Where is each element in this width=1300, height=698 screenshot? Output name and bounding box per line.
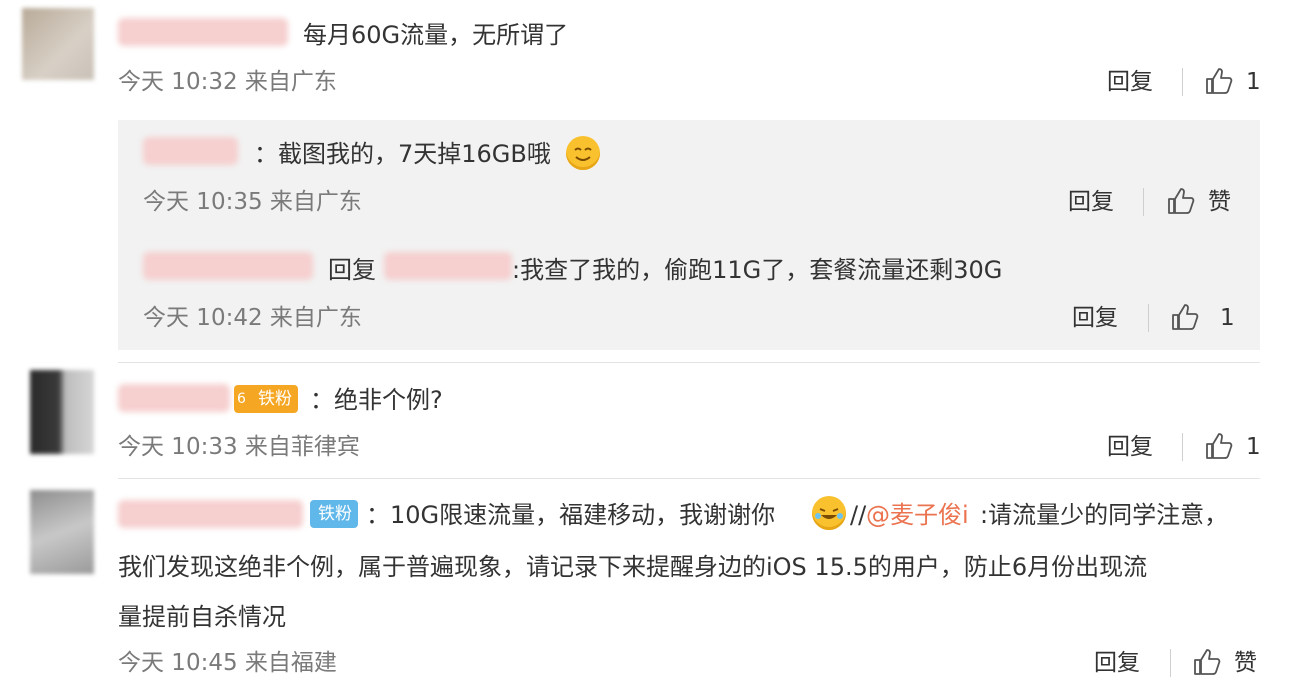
mention-link[interactable]: @麦子俊i bbox=[866, 500, 969, 530]
like-count: 1 bbox=[1220, 305, 1235, 331]
like-icon[interactable] bbox=[1170, 302, 1200, 332]
comment-text-line2: 我们发现这绝非个例，属于普遍现象，请记录下来提醒身边的iOS 15.5的用户，防… bbox=[118, 553, 1148, 581]
reply-prefix: 回复 bbox=[328, 256, 376, 284]
comment-text: ：10G限速流量，福建移动，我谢谢你 bbox=[366, 501, 776, 529]
like-count: 1 bbox=[1246, 434, 1261, 460]
smile-emoji-icon bbox=[566, 136, 600, 170]
divider bbox=[1170, 649, 1171, 677]
username-blurred[interactable] bbox=[143, 137, 238, 165]
fan-badge: 铁粉 bbox=[310, 500, 358, 528]
reply-button[interactable]: 回复 bbox=[1072, 303, 1118, 333]
divider bbox=[1182, 68, 1183, 96]
like-icon[interactable] bbox=[1166, 186, 1196, 216]
reply-button[interactable]: 回复 bbox=[1107, 67, 1153, 97]
like-count: 1 bbox=[1246, 69, 1261, 95]
avatar[interactable] bbox=[30, 490, 94, 574]
divider bbox=[1182, 433, 1183, 461]
reply-meta: 今天 10:35 来自广东 bbox=[143, 189, 362, 215]
avatar[interactable] bbox=[30, 370, 94, 454]
like-label: 赞 bbox=[1234, 650, 1257, 676]
username-blurred[interactable] bbox=[143, 252, 313, 280]
divider bbox=[1143, 188, 1144, 216]
comment-meta: 今天 10:32 来自广东 bbox=[118, 69, 337, 95]
avatar[interactable] bbox=[22, 8, 94, 80]
like-icon[interactable] bbox=[1204, 431, 1234, 461]
comment-meta: 今天 10:45 来自福建 bbox=[118, 650, 337, 676]
comment-text: :请流量少的同学注意， bbox=[980, 501, 1229, 529]
reply-meta: 今天 10:42 来自广东 bbox=[143, 305, 362, 331]
reply-text: :我查了我的，偷跑11G了，套餐流量还剩30G bbox=[512, 256, 1003, 284]
comment-text: ：绝非个例? bbox=[310, 386, 443, 414]
laugh-cry-emoji-icon bbox=[812, 496, 846, 530]
username-blurred[interactable] bbox=[118, 384, 230, 412]
reply-text: ：截图我的，7天掉16GB哦 bbox=[254, 140, 551, 168]
repost-separator: // bbox=[850, 501, 867, 529]
reply-button[interactable]: 回复 bbox=[1107, 432, 1153, 462]
reply-button[interactable]: 回复 bbox=[1094, 648, 1140, 678]
divider bbox=[1148, 304, 1149, 332]
like-icon[interactable] bbox=[1192, 647, 1222, 677]
comment-divider bbox=[118, 478, 1260, 479]
mentioned-user-blurred[interactable] bbox=[384, 252, 512, 280]
username-blurred[interactable] bbox=[118, 500, 303, 528]
username-blurred[interactable] bbox=[118, 18, 288, 46]
like-label: 赞 bbox=[1208, 189, 1231, 215]
reply-button[interactable]: 回复 bbox=[1068, 187, 1114, 217]
comment-divider bbox=[118, 362, 1260, 363]
like-icon[interactable] bbox=[1204, 66, 1234, 96]
badge-level: 6 bbox=[237, 391, 246, 407]
fan-badge: 6 铁粉 bbox=[234, 385, 298, 413]
comment-text-line3: 量提前自杀情况 bbox=[118, 603, 286, 631]
comment-text: 每月60G流量，无所谓了 bbox=[303, 21, 569, 49]
comment-meta: 今天 10:33 来自菲律宾 bbox=[118, 434, 360, 460]
